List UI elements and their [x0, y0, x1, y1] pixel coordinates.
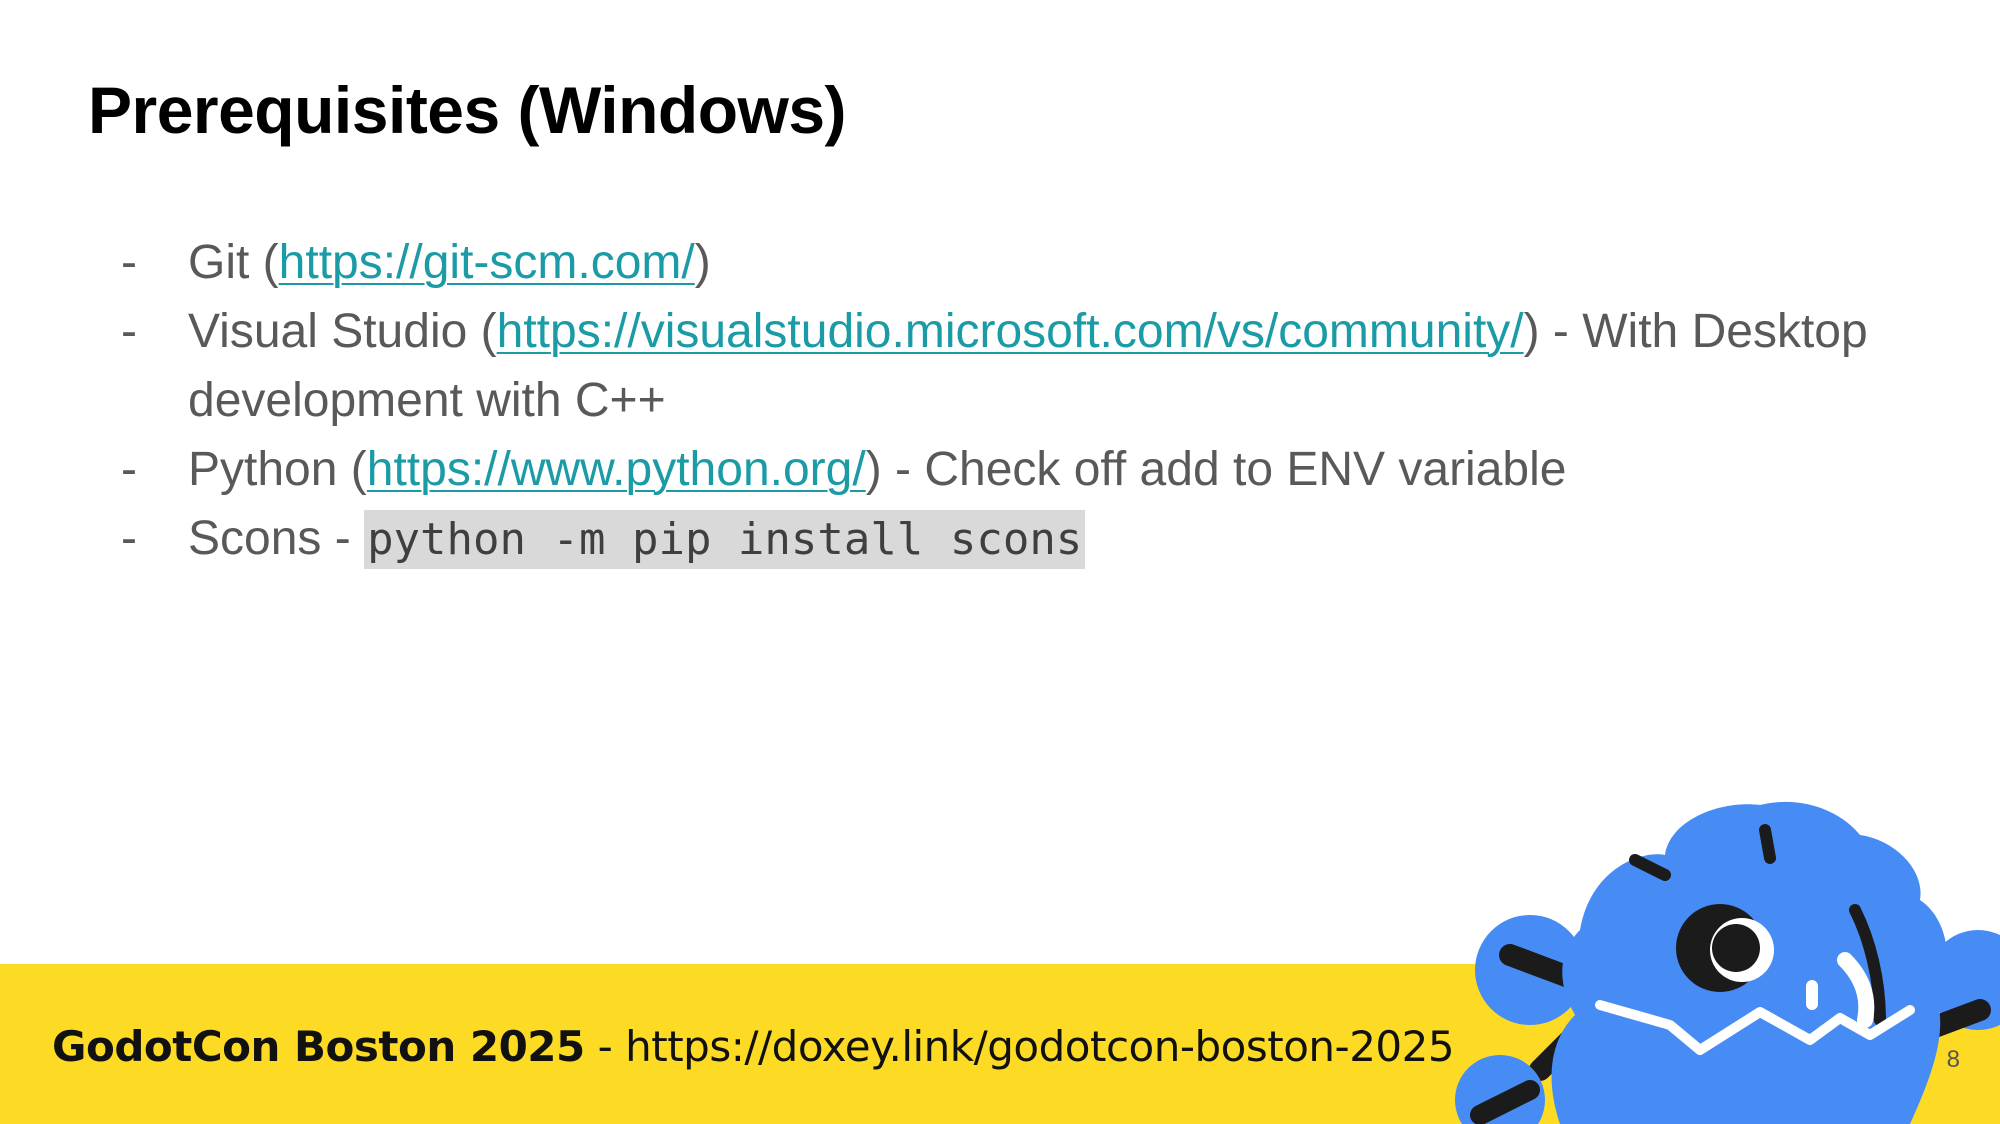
- godot-mascot-icon: [1455, 801, 2000, 1124]
- list-item: - Visual Studio (https://visualstudio.mic…: [116, 297, 1876, 435]
- event-link[interactable]: https://doxey.link/godotcon-boston-2025: [625, 1022, 1454, 1071]
- slide-title: Prerequisites (Windows): [88, 73, 847, 147]
- page-number: 8: [1946, 1046, 1960, 1073]
- git-link[interactable]: https://git-scm.com/: [279, 236, 695, 289]
- bullet-marker: -: [121, 443, 137, 496]
- footer-separator: -: [584, 1022, 626, 1071]
- bullet-marker: -: [121, 236, 137, 289]
- bullet-text: Visual Studio (: [188, 305, 497, 358]
- footer-text: GodotCon Boston 2025 - https://doxey.lin…: [52, 1022, 1455, 1071]
- visual-studio-link[interactable]: https://visualstudio.microsoft.com/vs/co…: [497, 305, 1524, 358]
- python-link[interactable]: https://www.python.org/: [367, 443, 866, 496]
- bullet-text: ): [694, 236, 711, 289]
- bullet-text: Git (: [188, 236, 279, 289]
- list-item: - Scons - python -m pip install scons: [116, 504, 1876, 574]
- bullet-list: - Git (https://git-scm.com/) - Visual Stud…: [116, 228, 1876, 574]
- bullet-text: Python (: [188, 443, 367, 496]
- bullet-text: ) - Check off add to ENV variable: [865, 443, 1567, 496]
- bullet-text: Scons -: [188, 512, 365, 565]
- event-name: GodotCon Boston 2025: [52, 1022, 585, 1071]
- bullet-marker: -: [121, 305, 137, 358]
- slide: Prerequisites (Windows) - Git (https://gi…: [0, 0, 2000, 1124]
- bullet-marker: -: [121, 512, 137, 565]
- code-snippet: python -m pip install scons: [364, 510, 1086, 569]
- list-item: - Git (https://git-scm.com/): [116, 228, 1876, 297]
- list-item: - Python (https://www.python.org/) - Chec…: [116, 435, 1876, 504]
